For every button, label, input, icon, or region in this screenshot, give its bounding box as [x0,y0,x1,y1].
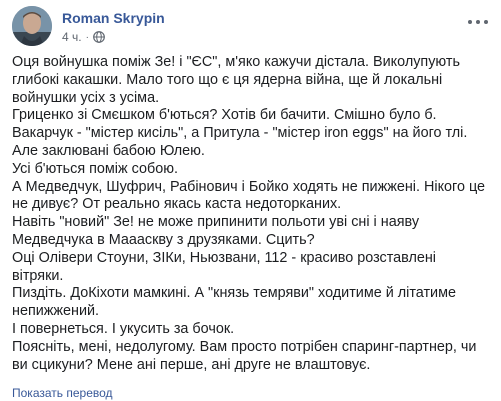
post-paragraph: Усі б'ються поміж собою. [12,160,179,177]
post-meta: 4 ч. · [62,30,105,44]
post-paragraph: А Медведчук, Шуфрич, Рабінович і Бойко х… [12,178,486,213]
facebook-post: Roman Skrypin 4 ч. · Оця войнушка поміж … [0,0,501,401]
more-options-icon[interactable] [468,16,488,28]
post-paragraph: Пиздіть. ДоКіхоти мамкині. А "князь темр… [12,285,456,320]
more-dot [476,20,480,24]
avatar-image [12,6,52,46]
post-paragraph: Оця войнушка поміж Зе! і "ЄС", м'яко каж… [12,54,460,106]
meta-separator: · [85,31,89,43]
post-timestamp[interactable]: 4 ч. [62,30,82,44]
post-paragraph: Поясніть, мені, недолугому. Вам просто п… [12,338,477,373]
post-header: Roman Skrypin 4 ч. · [12,4,492,48]
post-paragraph: Гриценко зі Смєшком б'ються? Хотів би ба… [12,107,437,124]
avatar[interactable] [12,6,52,46]
author-name[interactable]: Roman Skrypin [62,10,165,26]
post-paragraph: І повернеться. І укусить за бочок. [12,320,235,337]
globe-icon[interactable] [93,31,105,43]
post-body: Оця войнушка поміж Зе! і "ЄС", м'яко каж… [12,54,490,374]
see-translation-link[interactable]: Показать перевод [12,386,113,400]
post-paragraph: Вакарчук - "містер кисіль", а Притула - … [12,125,468,159]
post-paragraph: Оці Олівери Стоуни, ЗІКи, Ньюзвани, 112 … [12,249,437,284]
more-dot [484,20,488,24]
more-dot [468,20,472,24]
post-paragraph: Навіть "новий" Зе! не може припинити пол… [12,214,420,248]
